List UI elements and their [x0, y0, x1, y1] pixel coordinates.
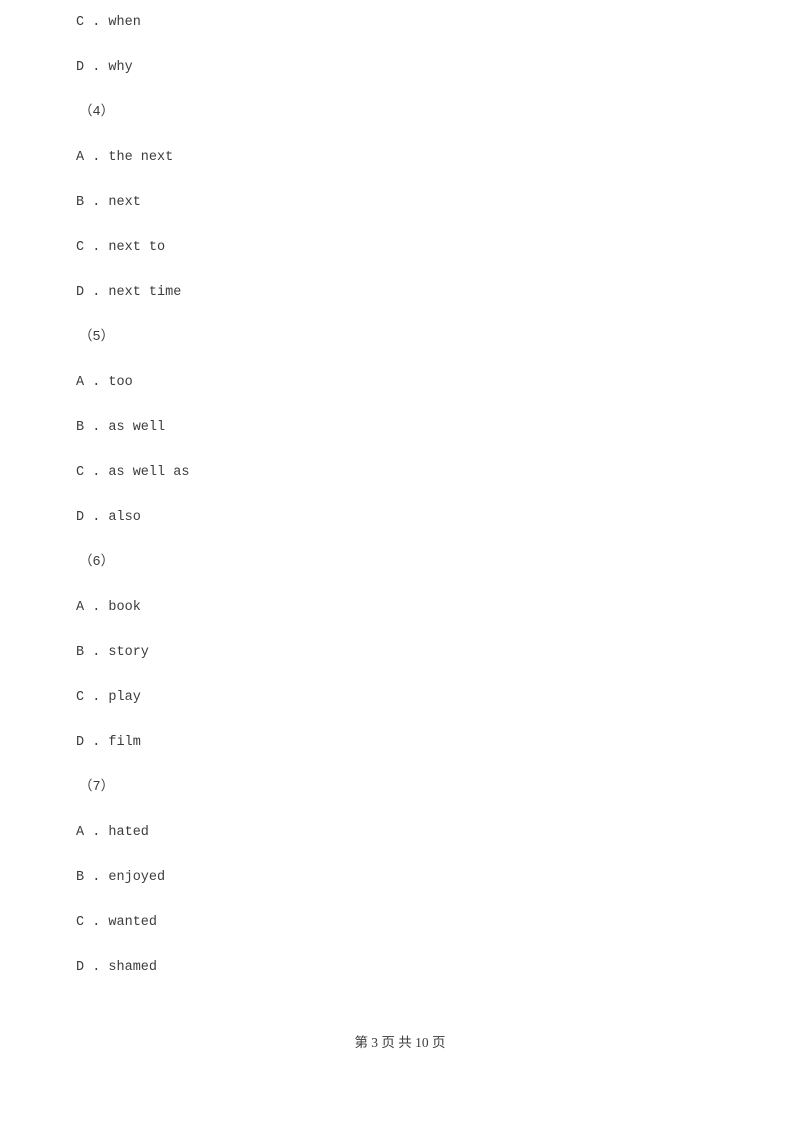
answer-option[interactable]: C . next to: [76, 225, 716, 270]
answer-option[interactable]: C . wanted: [76, 900, 716, 945]
document-page: C . when D . why （4） A . the next B . next C …: [0, 0, 800, 1132]
question-number: （6）: [79, 555, 115, 570]
answer-option[interactable]: A . too: [76, 360, 716, 405]
answer-option[interactable]: A . the next: [76, 135, 716, 180]
answer-option[interactable]: B . enjoyed: [76, 855, 716, 900]
question-options-list: C . when D . why （4） A . the next B . next C …: [76, 0, 716, 990]
answer-option[interactable]: B . story: [76, 630, 716, 675]
answer-option[interactable]: D . why: [76, 45, 716, 90]
question-number: （7）: [79, 780, 115, 795]
answer-option[interactable]: B . as well: [76, 405, 716, 450]
question-number: （5）: [79, 330, 115, 345]
question-number: （4）: [79, 105, 115, 120]
answer-option[interactable]: D . next time: [76, 270, 716, 315]
answer-option[interactable]: C . play: [76, 675, 716, 720]
answer-option[interactable]: A . hated: [76, 810, 716, 855]
page-footer: 第 3 页 共 10 页: [354, 1035, 446, 1050]
answer-option[interactable]: D . shamed: [76, 945, 716, 990]
answer-option[interactable]: D . film: [76, 720, 716, 765]
answer-option[interactable]: A . book: [76, 585, 716, 630]
answer-option[interactable]: C . as well as: [76, 450, 716, 495]
answer-option[interactable]: D . also: [76, 495, 716, 540]
answer-option[interactable]: B . next: [76, 180, 716, 225]
answer-option[interactable]: C . when: [76, 0, 716, 45]
